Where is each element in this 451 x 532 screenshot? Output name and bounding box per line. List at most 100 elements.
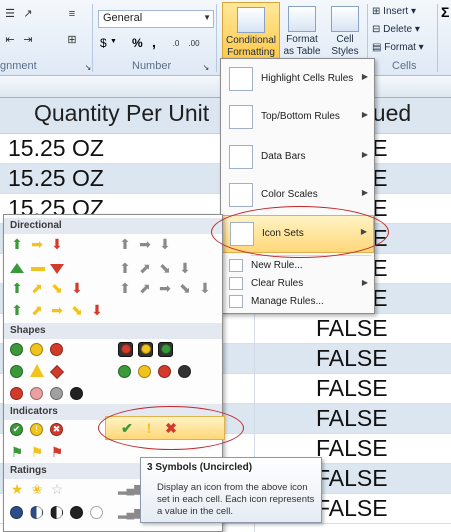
arrow-up-gray-icon[interactable]: ⬆ — [118, 281, 132, 295]
menu-top-bottom-rules[interactable]: Top/Bottom Rules ▶ — [221, 99, 374, 137]
sum-icon[interactable]: Σ — [441, 4, 449, 20]
arrow-up-gray-icon[interactable]: ⬆ — [118, 261, 132, 275]
decrease-indent-icon[interactable]: ⇤ — [2, 34, 18, 46]
arrow-down-gray-icon[interactable]: ⬇ — [178, 261, 192, 275]
arrow-down-red-icon[interactable]: ⬇ — [90, 303, 104, 317]
chevron-down-icon[interactable]: ▼ — [110, 38, 117, 45]
exclamation-circled-icon[interactable]: ! — [30, 423, 43, 436]
delete-button[interactable]: ⊟ Delete ▾ — [372, 24, 420, 35]
arrow-up-green-icon[interactable]: ⬆ — [10, 303, 24, 317]
cell-styles-button[interactable]: Cell Styles — [326, 2, 364, 60]
arrow-downright-yellow-icon[interactable]: ⬊ — [50, 281, 64, 295]
arrow-upright-yellow-icon[interactable]: ⬈ — [30, 281, 44, 295]
diamond-red-icon[interactable] — [49, 364, 65, 380]
flag-yellow-icon[interactable]: ⚑ — [30, 445, 44, 459]
star-full-icon[interactable]: ★ — [10, 482, 24, 496]
circle-black-icon[interactable] — [178, 365, 191, 378]
flag-red-icon[interactable]: ⚑ — [50, 445, 64, 459]
flag-green-icon[interactable]: ⚑ — [10, 445, 24, 459]
star-empty-icon[interactable]: ☆ — [50, 482, 64, 496]
menu-new-rule[interactable]: New Rule... — [221, 257, 374, 275]
orientation-icon[interactable]: ↗ — [20, 8, 36, 20]
format-as-table-button[interactable]: Format as Table — [282, 2, 322, 60]
circle-pink-icon[interactable] — [30, 387, 43, 400]
dash-yellow-icon[interactable] — [31, 267, 45, 271]
format-table-icon — [288, 6, 316, 32]
circle-green-icon[interactable] — [118, 365, 131, 378]
alignment-launcher-icon[interactable]: ↘ — [80, 62, 96, 74]
full-circle-icon[interactable] — [70, 506, 83, 519]
triangle-up-green-icon[interactable] — [10, 263, 24, 273]
traffic-light-red-icon[interactable] — [118, 342, 133, 357]
triangle-yellow-icon[interactable] — [30, 364, 44, 377]
menu-manage-rules[interactable]: Manage Rules... — [221, 293, 374, 311]
arrow-right-yellow-icon[interactable]: ➡ — [30, 237, 44, 251]
submenu-arrow-icon: ▶ — [361, 278, 368, 287]
menu-label: Clear Rules — [251, 278, 304, 289]
chevron-down-icon: ▼ — [203, 13, 211, 22]
arrow-down-gray-icon[interactable]: ⬇ — [198, 281, 212, 295]
arrow-down-gray-icon[interactable]: ⬇ — [158, 237, 172, 251]
triangle-down-red-icon[interactable] — [50, 264, 64, 274]
empty-circle-icon[interactable] — [90, 506, 103, 519]
insert-button[interactable]: ⊞ Insert ▾ — [372, 6, 416, 17]
arrow-up-gray-icon[interactable]: ⬆ — [118, 237, 132, 251]
traffic-light-green-icon[interactable] — [158, 342, 173, 357]
circle-black-icon[interactable] — [70, 387, 83, 400]
arrow-down-red-icon[interactable]: ⬇ — [70, 281, 84, 295]
data-bars-icon — [229, 145, 253, 169]
arrow-downright-gray-icon[interactable]: ⬊ — [158, 261, 172, 275]
circle-red-icon[interactable] — [50, 343, 63, 356]
comma-button[interactable]: , — [152, 34, 156, 50]
arrow-upright-gray-icon[interactable]: ⬈ — [138, 261, 152, 275]
circle-yellow-icon[interactable] — [30, 343, 43, 356]
circle-green-icon[interactable] — [10, 343, 23, 356]
arrow-right-yellow-icon[interactable]: ➡ — [50, 303, 64, 317]
half-circle-icon[interactable] — [30, 506, 43, 519]
quarter-circle-icon[interactable] — [10, 506, 23, 519]
check-circled-icon[interactable]: ✔ — [10, 423, 23, 436]
arrow-down-red-icon[interactable]: ⬇ — [50, 237, 64, 251]
circle-gray-icon[interactable] — [50, 387, 63, 400]
menu-clear-rules[interactable]: Clear Rules ▶ — [221, 275, 374, 293]
increase-indent-icon[interactable]: ⇥ — [20, 34, 36, 46]
menu-highlight-cells-rules[interactable]: Highlight Cells Rules ▶ — [221, 61, 374, 99]
arrow-upright-gray-icon[interactable]: ⬈ — [138, 281, 152, 295]
star-half-icon[interactable]: ✬ — [30, 482, 44, 496]
arrow-up-green-icon[interactable]: ⬆ — [10, 281, 24, 295]
circle-red-icon[interactable] — [158, 365, 171, 378]
number-launcher-icon[interactable]: ↘ — [198, 62, 214, 74]
wrap-text-icon[interactable]: ≡ — [64, 8, 80, 20]
conditional-formatting-button[interactable]: Conditional Formatting — [222, 2, 280, 60]
selected-set-highlight-ellipse — [98, 406, 244, 450]
arrow-downright-yellow-icon[interactable]: ⬊ — [70, 303, 84, 317]
arrow-upright-yellow-icon[interactable]: ⬈ — [30, 303, 44, 317]
increase-decimal-icon[interactable]: .0 — [168, 38, 184, 50]
alignment-group-label: gnment — [0, 60, 37, 72]
arrow-right-gray-icon[interactable]: ➡ — [158, 281, 172, 295]
format-button[interactable]: ▤ Format ▾ — [372, 42, 424, 53]
insert-icon: ⊞ — [372, 6, 384, 17]
section-shapes: Shapes — [4, 323, 222, 339]
decrease-decimal-icon[interactable]: .00 — [186, 38, 202, 50]
merge-center-icon[interactable]: ⊞ — [64, 34, 80, 46]
x-circled-icon[interactable]: ✖ — [50, 423, 63, 436]
arrow-downright-gray-icon[interactable]: ⬊ — [178, 281, 192, 295]
circle-green-icon[interactable] — [10, 365, 23, 378]
menu-data-bars[interactable]: Data Bars ▶ — [221, 139, 374, 177]
half-circle-dark-icon[interactable] — [50, 506, 63, 519]
traffic-light-yellow-icon[interactable] — [138, 342, 153, 357]
conditional-formatting-icon — [237, 7, 265, 33]
manage-rules-icon — [229, 295, 243, 308]
signal-bars-icon[interactable]: ▂▄▆ — [118, 482, 143, 496]
percent-button[interactable]: % — [132, 36, 143, 50]
circle-yellow-icon[interactable] — [138, 365, 151, 378]
arrow-right-gray-icon[interactable]: ➡ — [138, 237, 152, 251]
arrow-up-green-icon[interactable]: ⬆ — [10, 237, 24, 251]
currency-button[interactable]: $ — [100, 36, 107, 50]
number-format-dropdown[interactable]: General ▼ — [98, 10, 214, 28]
align-left-icon[interactable]: ☰ — [2, 8, 18, 20]
format-table-line1: Format — [286, 34, 318, 45]
circle-red-icon[interactable] — [10, 387, 23, 400]
signal-bars-icon[interactable]: ▂▄▆ — [118, 506, 143, 520]
